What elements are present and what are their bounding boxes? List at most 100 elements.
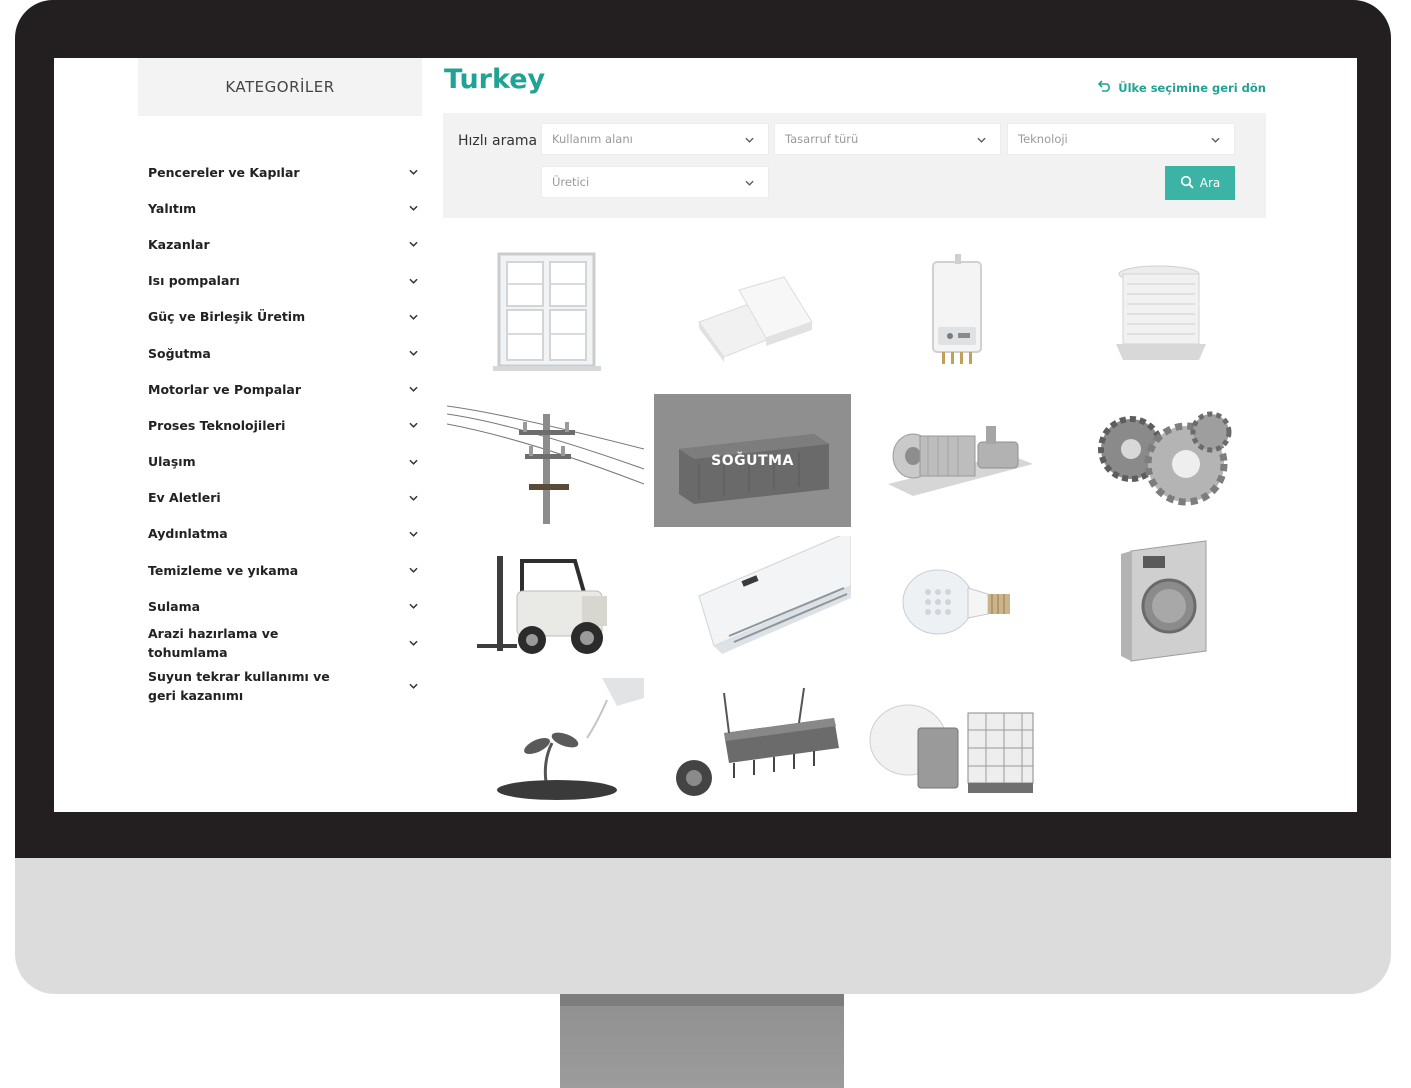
chevron-down-icon [1211,132,1220,146]
category-item-lighting[interactable]: Aydınlatma [138,516,422,552]
chevron-down-icon [404,495,422,501]
categories-header: KATEGORİLER [138,58,422,116]
monitor-stand [560,994,844,1088]
search-button-label: Ara [1199,176,1221,190]
chevron-down-icon [404,314,422,320]
heat-pump-icon [1116,265,1206,360]
tile-cleaning[interactable] [1061,536,1258,669]
window-icon [493,252,601,371]
search-button[interactable]: Ara [1165,166,1235,200]
motor-pump-icon [888,426,1033,496]
chevron-down-icon [404,169,422,175]
insulation-panels-icon [698,276,813,362]
category-item-appliances[interactable]: Ev Aletleri [138,480,422,516]
tile-windows-doors[interactable] [447,242,644,375]
back-to-country-link[interactable]: Ülke seçimine geri dön [1098,80,1266,95]
select-value: Teknoloji [1018,132,1068,146]
boiler-icon [932,254,982,364]
quick-search-label: Hızlı arama [458,133,538,149]
led-bulb-icon [902,569,1010,635]
category-label: Güç ve Birleşik Üretim [148,309,306,325]
select-value: Tasarruf türü [785,132,859,146]
chevron-down-icon [404,459,422,465]
category-item-insulation[interactable]: Yalıtım [138,190,422,226]
tile-insulation[interactable] [654,242,851,375]
category-label: Kazanlar [148,236,210,252]
tile-land-seeding[interactable] [654,678,851,811]
seed-drill-icon [676,687,839,796]
category-label: Aydınlatma [148,526,228,542]
category-label: Ev Aletleri [148,490,221,506]
select-value: Üretici [552,175,590,189]
monitor-stand-neck [560,994,844,1006]
tile-boilers[interactable] [858,242,1055,375]
chevron-down-icon [404,531,422,537]
water-tanks-icon [869,704,1034,793]
category-label: Sulama [148,598,201,614]
screen: KATEGORİLER Pencereler ve Kapılar Yalıtı… [54,58,1357,812]
tile-heat-pumps[interactable] [1061,242,1258,375]
category-item-land-seeding[interactable]: Arazi hazırlama ve tohumlama [138,624,422,660]
chevron-down-icon [404,205,422,212]
category-item-irrigation[interactable]: Sulama [138,588,422,624]
chevron-down-icon [404,567,422,573]
select-value: Kullanım alanı [552,132,633,146]
chevron-down-icon [404,241,422,248]
undo-arrow-icon [1098,80,1112,95]
category-label: Isı pompaları [148,273,240,289]
monitor-chin [15,858,1391,994]
category-item-water-reuse[interactable]: Suyun tekrar kullanımı ve geri kazanımı [138,661,422,711]
chevron-down-icon [404,422,422,429]
chevron-down-icon [404,386,422,393]
chevron-down-icon [977,132,986,146]
category-label: Ulaşım [148,454,196,470]
tile-lighting[interactable] [858,536,1055,669]
chevron-down-icon [404,278,422,284]
chevron-down-icon [404,640,422,646]
category-item-windows-doors[interactable]: Pencereler ve Kapılar [138,154,422,190]
category-label: Soğutma [148,345,211,361]
saving-type-select[interactable]: Tasarruf türü [774,123,1001,155]
category-label: Yalıtım [148,200,197,216]
tile-hover-label: SOĞUTMA [711,452,794,469]
category-label: Temizleme ve yıkama [148,562,299,578]
tile-cooling[interactable]: SOĞUTMA [654,394,851,527]
category-item-motors-pumps[interactable]: Motorlar ve Pompalar [138,371,422,407]
manufacturer-select[interactable]: Üretici [541,166,769,198]
category-item-cleaning[interactable]: Temizleme ve yıkama [138,552,422,588]
tile-appliances[interactable] [654,536,851,669]
category-label: Arazi hazırlama ve tohumlama [148,625,279,660]
tile-transport[interactable] [447,536,644,669]
tile-motors-pumps[interactable] [858,394,1055,527]
category-label: Pencereler ve Kapılar [148,164,300,180]
air-conditioner-icon [698,536,851,654]
usage-area-select[interactable]: Kullanım alanı [541,123,769,155]
tile-irrigation[interactable] [447,678,644,811]
chevron-down-icon [745,132,754,146]
category-item-process-tech[interactable]: Proses Teknolojileri [138,407,422,443]
category-item-cooling[interactable]: Soğutma [138,335,422,371]
watering-plant-icon [497,678,644,800]
chevron-down-icon [404,350,422,356]
forklift-icon [477,556,607,654]
tile-process-tech[interactable] [1061,394,1258,527]
category-label: Proses Teknolojileri [148,417,286,433]
category-item-heat-pumps[interactable]: Isı pompaları [138,263,422,299]
page-title: Turkey [444,64,546,95]
category-list: Pencereler ve Kapılar Yalıtım Kazanlar I… [138,154,422,711]
gears-icon [1098,411,1232,506]
category-item-transport[interactable]: Ulaşım [138,444,422,480]
category-item-power-chp[interactable]: Güç ve Birleşik Üretim [138,299,422,335]
quick-search-panel: Hızlı arama Kullanım alanı Tasarruf türü… [443,113,1266,218]
chevron-down-icon [745,175,754,189]
category-item-boilers[interactable]: Kazanlar [138,226,422,262]
tile-power-chp[interactable] [447,394,644,527]
power-pole-icon [447,405,644,524]
chevron-down-icon [404,603,422,610]
search-icon [1180,175,1194,192]
tile-water-reuse[interactable] [858,678,1055,811]
technology-select[interactable]: Teknoloji [1007,123,1235,155]
category-label: Suyun tekrar kullanımı ve geri kazanımı [148,668,330,703]
back-link-label: Ülke seçimine geri dön [1118,80,1266,95]
chevron-down-icon [404,683,422,689]
